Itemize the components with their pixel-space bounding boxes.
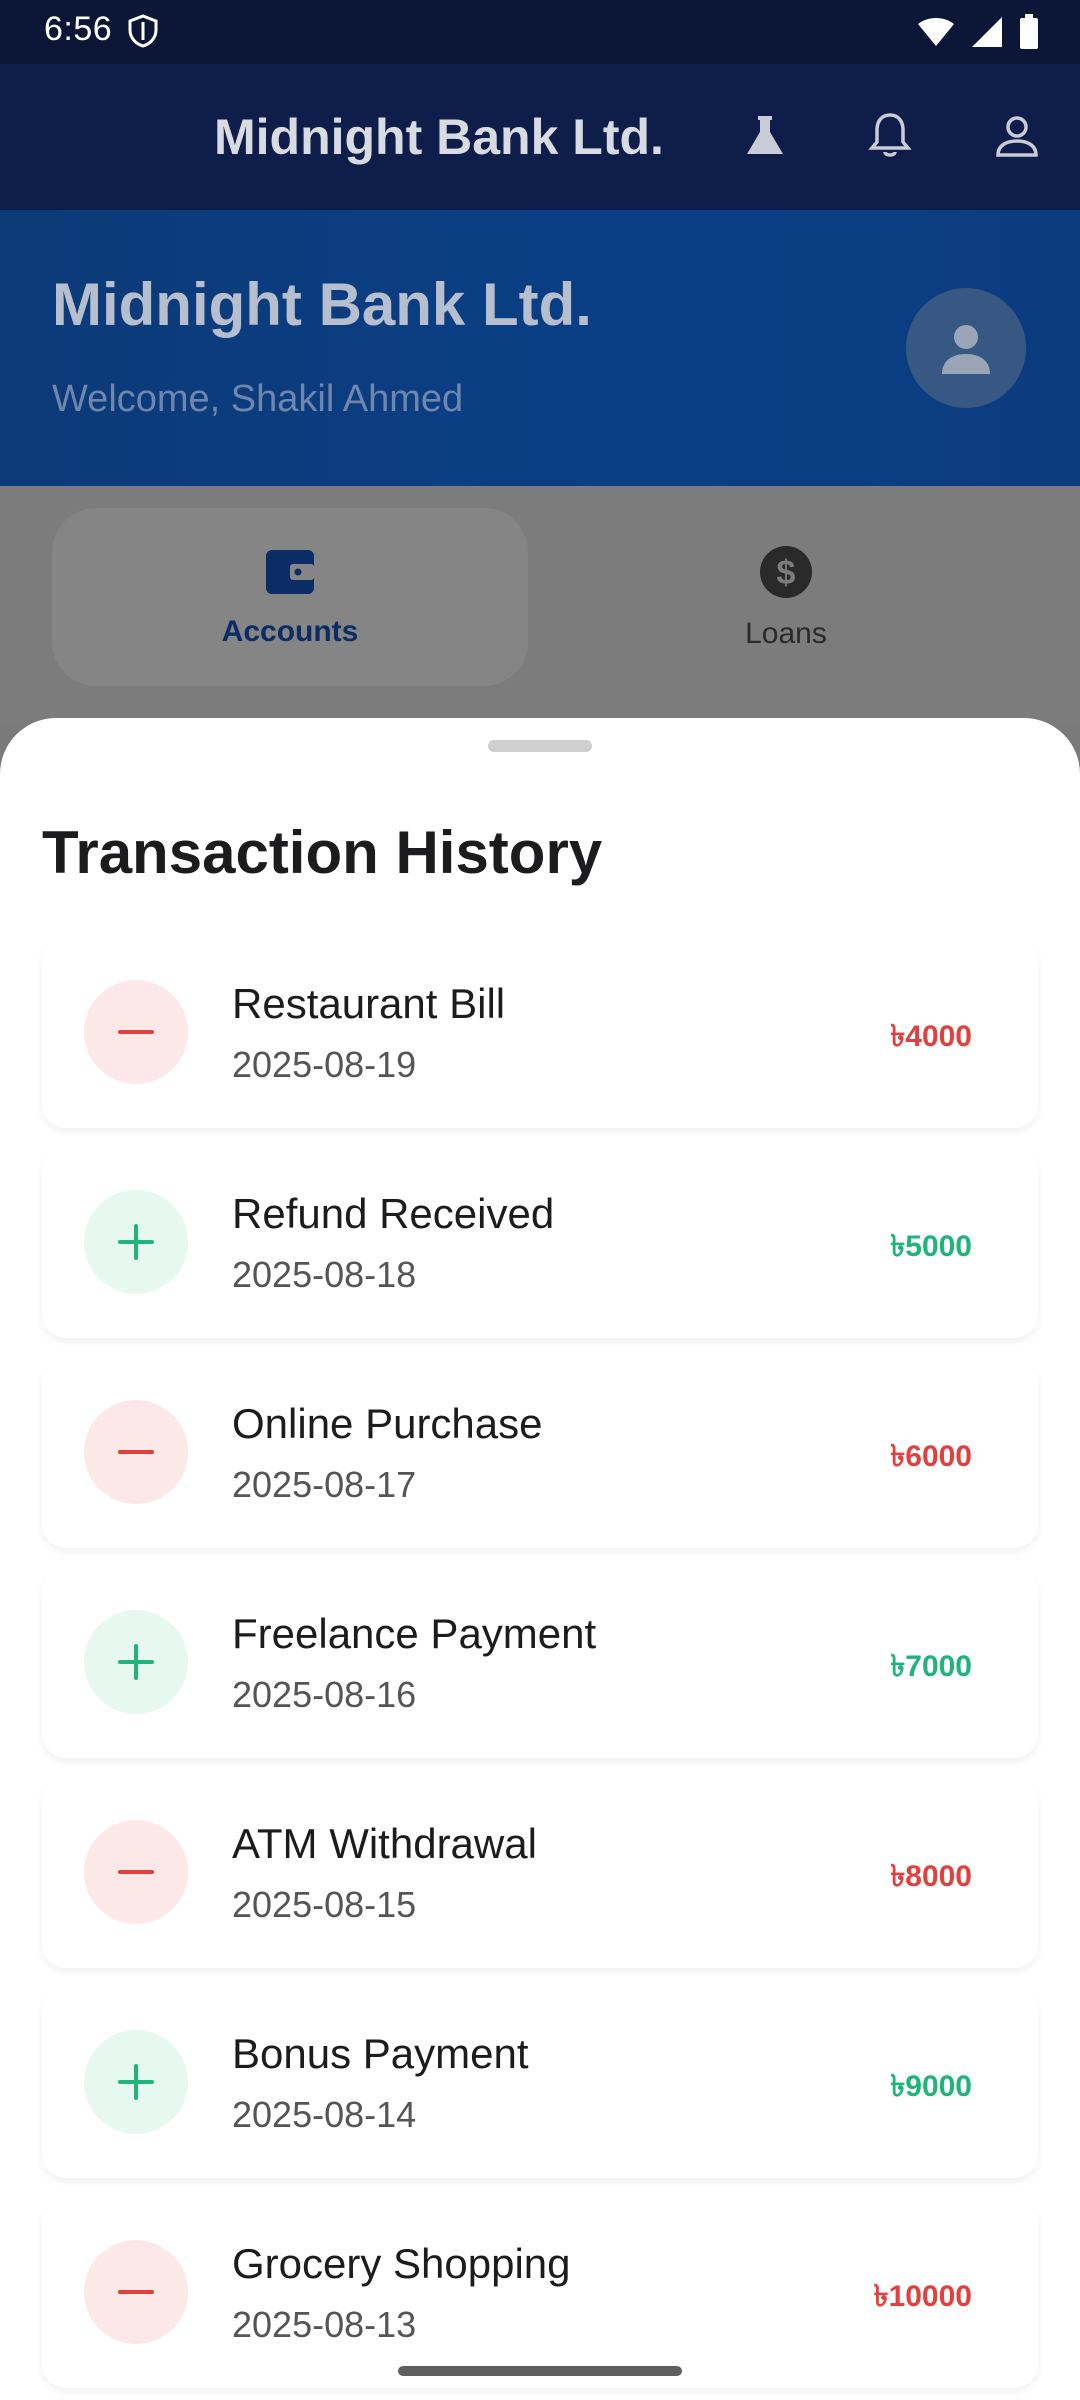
wifi-icon [916, 16, 956, 53]
battery-icon [1018, 14, 1040, 55]
person-avatar-icon [942, 325, 990, 374]
transaction-row[interactable]: ATM Withdrawal 2025-08-15 ৳8000 [42, 1778, 1038, 1968]
transaction-date: 2025-08-17 [232, 1464, 417, 1505]
transaction-name: Online Purchase [232, 1400, 543, 1447]
transaction-date: 2025-08-15 [232, 1884, 417, 1925]
app-root: 6:56 Midnight Bank Ltd. Midnight Bank Lt… [0, 0, 1080, 2400]
status-bar: 6:56 [0, 0, 1080, 64]
transaction-name: Restaurant Bill [232, 980, 506, 1027]
plus-icon [84, 1610, 188, 1714]
transaction-row[interactable]: Restaurant Bill 2025-08-19 ৳4000 [42, 938, 1038, 1128]
transaction-date: 2025-08-14 [232, 2094, 417, 2135]
transaction-name: Refund Received [232, 1190, 555, 1237]
welcome-banner: Midnight Bank Ltd. Welcome, Shakil Ahmed [0, 210, 1080, 486]
transaction-row[interactable]: Refund Received 2025-08-18 ৳5000 [42, 1148, 1038, 1338]
transaction-name: Bonus Payment [232, 2030, 529, 2077]
avatar[interactable] [906, 288, 1026, 408]
sheet-title: Transaction History [42, 819, 603, 886]
minus-icon [84, 980, 188, 1084]
sheet-drag-handle[interactable] [488, 740, 592, 752]
transaction-amount: ৳7000 [890, 1650, 972, 1683]
minus-icon [84, 2240, 188, 2344]
transaction-row[interactable]: Bonus Payment 2025-08-14 ৳9000 [42, 1988, 1038, 2178]
transaction-name: Grocery Shopping [232, 2240, 571, 2287]
welcome-text: Welcome, Shakil Ahmed [52, 378, 464, 420]
bell-icon[interactable] [860, 106, 920, 166]
dollar-icon: $ [758, 544, 814, 605]
transaction-amount: ৳10000 [873, 2280, 972, 2313]
svg-text:$: $ [777, 554, 796, 592]
account-tabs: Accounts $ Loans [0, 486, 1080, 726]
transaction-date: 2025-08-19 [232, 1044, 417, 1085]
tab-accounts-label: Accounts [221, 614, 359, 648]
transaction-amount: ৳4000 [890, 1020, 972, 1053]
transaction-name: Freelance Payment [232, 1610, 597, 1657]
app-bar-title: Midnight Bank Ltd. [214, 109, 664, 165]
transaction-row[interactable]: Grocery Shopping 2025-08-13 ৳10000 [42, 2198, 1038, 2388]
transaction-amount: ৳5000 [890, 1230, 972, 1263]
plus-icon [84, 1190, 188, 1294]
tab-accounts[interactable]: Accounts [52, 508, 528, 686]
transaction-date: 2025-08-13 [232, 2304, 417, 2345]
status-time: 6:56 [44, 10, 113, 48]
signal-icon [970, 15, 1004, 54]
tab-loans[interactable]: $ Loans [548, 508, 1024, 686]
wallet-icon [262, 546, 318, 603]
minus-icon [84, 1400, 188, 1504]
transaction-amount: ৳9000 [890, 2070, 972, 2103]
plus-icon [84, 2030, 188, 2134]
minus-icon [84, 1820, 188, 1924]
shield-icon [128, 14, 158, 53]
flask-icon[interactable] [735, 106, 795, 166]
transaction-row[interactable]: Freelance Payment 2025-08-16 ৳7000 [42, 1568, 1038, 1758]
tab-loans-label: Loans [745, 616, 827, 650]
transaction-date: 2025-08-16 [232, 1674, 417, 1715]
transaction-date: 2025-08-18 [232, 1254, 417, 1295]
transaction-amount: ৳6000 [890, 1440, 972, 1473]
transaction-name: ATM Withdrawal [232, 1820, 537, 1867]
transaction-list: Restaurant Bill 2025-08-19 ৳4000 Refund … [42, 938, 1038, 2400]
app-bar: Midnight Bank Ltd. [0, 64, 1080, 210]
transaction-history-sheet: Transaction History Restaurant Bill 2025… [0, 718, 1080, 2400]
person-icon[interactable] [987, 106, 1047, 166]
gesture-nav-bar[interactable] [398, 2366, 682, 2376]
bank-name: Midnight Bank Ltd. [52, 271, 592, 338]
transaction-row[interactable]: Online Purchase 2025-08-17 ৳6000 [42, 1358, 1038, 1548]
transaction-amount: ৳8000 [890, 1860, 972, 1893]
